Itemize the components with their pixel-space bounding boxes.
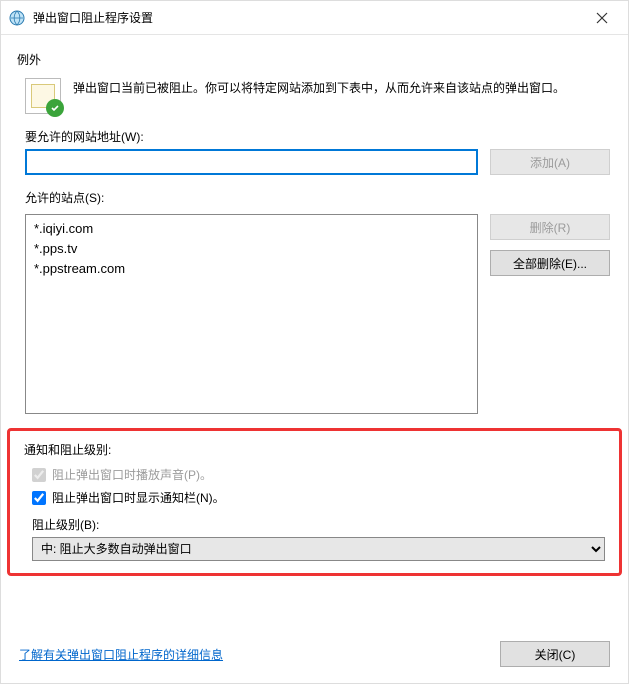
dialog-body: 例外 弹出窗口当前已被阻止。你可以将特定网站添加到下表中，从而允许来自该站点的弹… [1,35,628,627]
show-bar-checkbox[interactable] [32,491,46,505]
notification-group-title: 通知和阻止级别: [24,441,605,458]
exceptions-icon [25,78,61,114]
info-row: 弹出窗口当前已被阻止。你可以将特定网站添加到下表中，从而允许来自该站点的弹出窗口… [15,70,614,124]
footer: 了解有关弹出窗口阻止程序的详细信息 关闭(C) [1,627,628,683]
list-item[interactable]: *.ppstream.com [34,259,469,279]
address-input[interactable] [25,149,478,175]
close-button[interactable]: 关闭(C) [500,641,610,667]
notification-group-highlight: 通知和阻止级别: 阻止弹出窗口时播放声音(P)。 阻止弹出窗口时显示通知栏(N)… [7,428,622,576]
allowed-sites-list[interactable]: *.iqiyi.com*.pps.tv*.ppstream.com [25,214,478,414]
popup-blocker-settings-dialog: 弹出窗口阻止程序设置 例外 弹出窗口当前已被阻止。你可以将特定网站添加到下表中，… [0,0,629,684]
app-icon [9,10,25,26]
level-label: 阻止级别(B): [32,516,605,533]
remove-all-button[interactable]: 全部删除(E)... [490,250,610,276]
close-icon[interactable] [582,4,622,32]
titlebar: 弹出窗口阻止程序设置 [1,1,628,35]
info-text: 弹出窗口当前已被阻止。你可以将特定网站添加到下表中，从而允许来自该站点的弹出窗口… [73,78,565,98]
play-sound-row: 阻止弹出窗口时播放声音(P)。 [32,466,605,483]
blocking-level-select[interactable]: 中: 阻止大多数自动弹出窗口 [32,537,605,561]
exceptions-label: 例外 [17,51,614,68]
list-item[interactable]: *.iqiyi.com [34,219,469,239]
add-button[interactable]: 添加(A) [490,149,610,175]
play-sound-label: 阻止弹出窗口时播放声音(P)。 [52,466,212,483]
list-item[interactable]: *.pps.tv [34,239,469,259]
remove-button[interactable]: 删除(R) [490,214,610,240]
play-sound-checkbox [32,468,46,482]
dialog-title: 弹出窗口阻止程序设置 [33,9,582,26]
address-label: 要允许的网站地址(W): [25,128,614,145]
learn-more-link[interactable]: 了解有关弹出窗口阻止程序的详细信息 [19,646,223,663]
show-bar-label: 阻止弹出窗口时显示通知栏(N)。 [52,489,225,506]
show-bar-row[interactable]: 阻止弹出窗口时显示通知栏(N)。 [32,489,605,506]
allowed-sites-label: 允许的站点(S): [25,189,614,206]
